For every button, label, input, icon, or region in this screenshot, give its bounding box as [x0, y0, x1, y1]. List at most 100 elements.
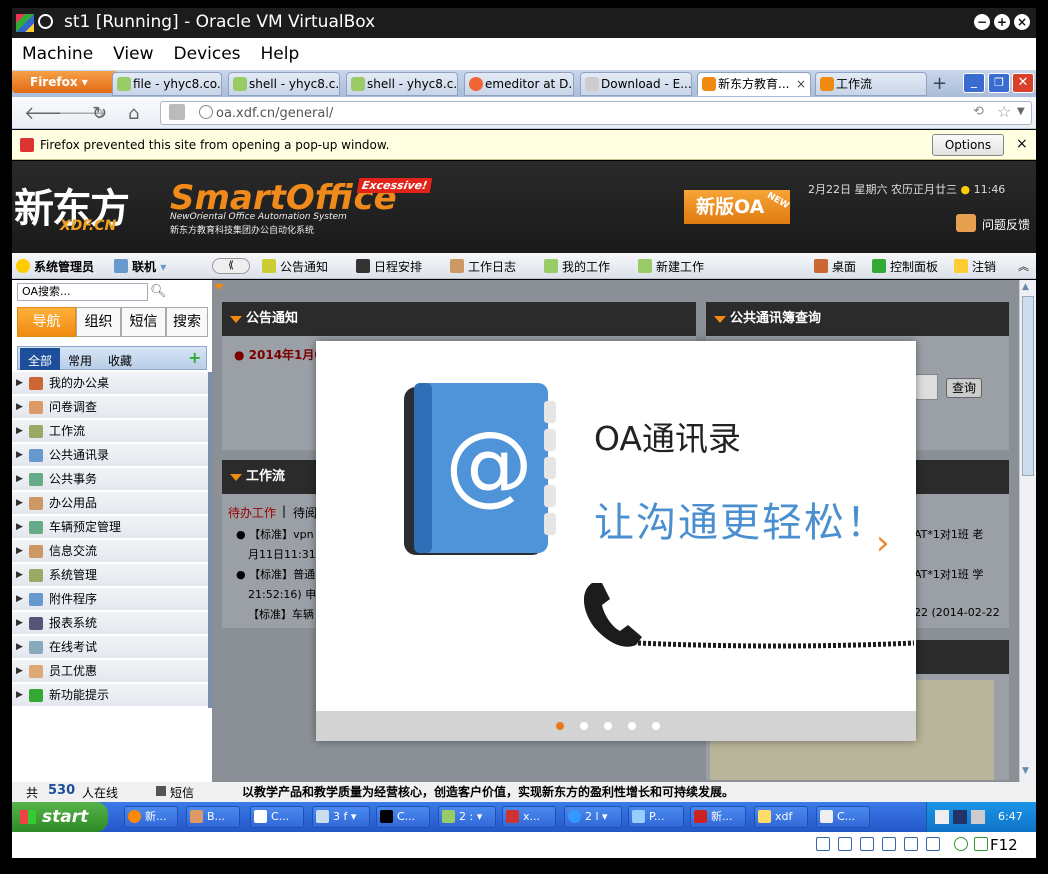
tree-item-reports[interactable]: ▶ 报表系统: [12, 612, 208, 635]
taskbar-item-b[interactable]: B...: [186, 806, 240, 828]
tab-shell-2[interactable]: shell - yhyc8.c...: [346, 72, 458, 96]
expand-arrow-icon[interactable]: [214, 284, 224, 290]
oa-search-input[interactable]: OA搜索...: [17, 283, 148, 301]
workflow-tab-toread[interactable]: 待阅: [293, 504, 317, 521]
slide-dot-2[interactable]: [580, 722, 588, 730]
online-count[interactable]: 530: [48, 783, 75, 798]
usb-icon[interactable]: [882, 837, 896, 851]
maximize-icon[interactable]: +: [994, 14, 1010, 30]
display-icon[interactable]: [926, 837, 940, 851]
tree-item-exam[interactable]: ▶ 在线考试: [12, 636, 208, 659]
slide-dot-4[interactable]: [628, 722, 636, 730]
taskbar-item-x[interactable]: x...: [502, 806, 556, 828]
close-icon[interactable]: ×: [1016, 136, 1028, 152]
keyboard-capture-icon[interactable]: [974, 837, 988, 851]
scroll-down-icon[interactable]: ▼: [1022, 766, 1029, 776]
tab-shell-1[interactable]: shell - yhyc8.c...: [228, 72, 340, 96]
start-button[interactable]: start: [12, 802, 108, 832]
tree-item-attachments[interactable]: ▶ 附件程序: [12, 588, 208, 611]
subtab-all[interactable]: 全部: [28, 352, 52, 369]
workflow-row[interactable]: 21:52:16) 申: [248, 586, 316, 602]
menu-devices[interactable]: Devices: [174, 44, 241, 64]
minimize-icon[interactable]: −: [974, 14, 990, 30]
workflow-row[interactable]: 月11日11:31: [248, 546, 316, 562]
taskbar-item-filezilla[interactable]: 新...: [690, 806, 746, 828]
tab-xdf[interactable]: 新东方教育... ×: [697, 72, 811, 96]
restore-icon[interactable]: ❐: [988, 73, 1010, 93]
online-status[interactable]: 联机 ▾: [114, 258, 166, 275]
toolbar-notice[interactable]: 公告通知: [262, 258, 328, 275]
close-icon[interactable]: ✕: [1012, 73, 1034, 93]
right-row[interactable]: AT*1对1班 老: [914, 526, 983, 542]
taskbar-group-3[interactable]: 3 f ▾: [312, 806, 370, 828]
taskbar-group-ie[interactable]: 2 l ▾: [564, 806, 622, 828]
tree-item-benefits[interactable]: ▶ 员工优惠: [12, 660, 208, 683]
page-action-icon[interactable]: ⟲: [973, 104, 984, 119]
tab-close-icon[interactable]: ×: [796, 73, 806, 95]
workflow-row[interactable]: ● 【标准】vpn: [236, 526, 314, 542]
options-button[interactable]: Options: [932, 134, 1004, 156]
taskbar-item-c1[interactable]: C...: [250, 806, 304, 828]
query-button[interactable]: 查询: [946, 378, 982, 398]
taskbar-item-xdf[interactable]: xdf: [754, 806, 808, 828]
tree-item-supplies[interactable]: ▶ 办公用品: [12, 492, 208, 515]
toolbar-newwork[interactable]: 新建工作: [638, 258, 704, 275]
bookmark-star-icon[interactable]: ☆: [997, 102, 1011, 121]
firefox-menu-button[interactable]: Firefox ▾: [12, 71, 116, 93]
menu-machine[interactable]: Machine: [22, 44, 93, 64]
tab-download[interactable]: Download - E...: [580, 72, 692, 96]
tree-item-affairs[interactable]: ▶ 公共事务: [12, 468, 208, 491]
taskbar-item-p[interactable]: P...: [628, 806, 684, 828]
taskbar-item-cmd[interactable]: C...: [376, 806, 430, 828]
workflow-row[interactable]: ● 【标准】普通: [236, 566, 315, 582]
toolbar-schedule[interactable]: 日程安排: [356, 258, 422, 275]
taskbar-group-2[interactable]: 2 : ▾: [438, 806, 496, 828]
feedback-icon[interactable]: [956, 214, 976, 232]
shared-folder-icon[interactable]: [904, 837, 918, 851]
tab-search[interactable]: 搜索: [166, 307, 208, 337]
toolbar-logout[interactable]: 注销: [954, 258, 996, 275]
toolbar-desktop[interactable]: 桌面: [814, 258, 856, 275]
minimize-icon[interactable]: _: [963, 73, 985, 93]
sms-link[interactable]: 短信: [170, 784, 194, 801]
new-oa-button[interactable]: 新版OA NEW: [684, 190, 791, 224]
scroll-up-icon[interactable]: ▲: [1022, 282, 1029, 292]
tray-icon[interactable]: [971, 810, 985, 824]
tree-item-new-features[interactable]: ▶ 新功能提示: [12, 684, 208, 707]
notice-item[interactable]: ● 2014年1月0: [234, 346, 323, 363]
slide-dot-3[interactable]: [604, 722, 612, 730]
reload-icon[interactable]: ↻: [92, 103, 107, 124]
tree-item-survey[interactable]: ▶ 问卷调查: [12, 396, 208, 419]
disk-icon[interactable]: [816, 837, 830, 851]
slide-dot-5[interactable]: [652, 722, 660, 730]
menu-view[interactable]: View: [113, 44, 153, 64]
search-icon[interactable]: 🔍︎: [150, 284, 167, 299]
right-row[interactable]: AT*1对1班 学: [914, 566, 983, 582]
right-row[interactable]: 22 (2014-02-22: [914, 606, 1000, 619]
subtab-common[interactable]: 常用: [68, 352, 92, 369]
chevron-down-icon[interactable]: ▼: [1017, 106, 1025, 117]
tab-navigation[interactable]: 导航: [17, 307, 76, 337]
menu-help[interactable]: Help: [261, 44, 300, 64]
slide-dot-1[interactable]: [556, 722, 564, 730]
tab-organization[interactable]: 组织: [76, 307, 121, 337]
tree-item-info[interactable]: ▶ 信息交流: [12, 540, 208, 563]
close-icon[interactable]: ×: [1014, 14, 1030, 30]
workflow-row[interactable]: 【标准】车辆: [248, 606, 314, 622]
tree-item-workflow[interactable]: ▶ 工作流: [12, 420, 208, 443]
tray-icon[interactable]: [953, 810, 967, 824]
tree-item-contacts[interactable]: ▶ 公共通讯录: [12, 444, 208, 467]
tree-item-mydesk[interactable]: ▶ 我的办公桌: [12, 372, 208, 395]
tab-workflow[interactable]: 工作流: [815, 72, 927, 96]
network-adapter-icon[interactable]: [860, 837, 874, 851]
collapse-up-icon[interactable]: ︽: [1018, 258, 1029, 274]
tree-item-vehicle[interactable]: ▶ 车辆预定管理: [12, 516, 208, 539]
collapse-button[interactable]: ⟪: [212, 258, 250, 274]
toolbar-worklog[interactable]: 工作日志: [450, 258, 516, 275]
home-icon[interactable]: ⌂: [128, 103, 139, 124]
feedback-link[interactable]: 问题反馈: [982, 216, 1030, 233]
taskbar-item-firefox[interactable]: 新...: [124, 806, 178, 828]
add-icon[interactable]: +: [188, 348, 201, 367]
new-tab-button[interactable]: +: [932, 73, 947, 94]
workflow-tab-todo[interactable]: 待办工作: [228, 504, 276, 521]
